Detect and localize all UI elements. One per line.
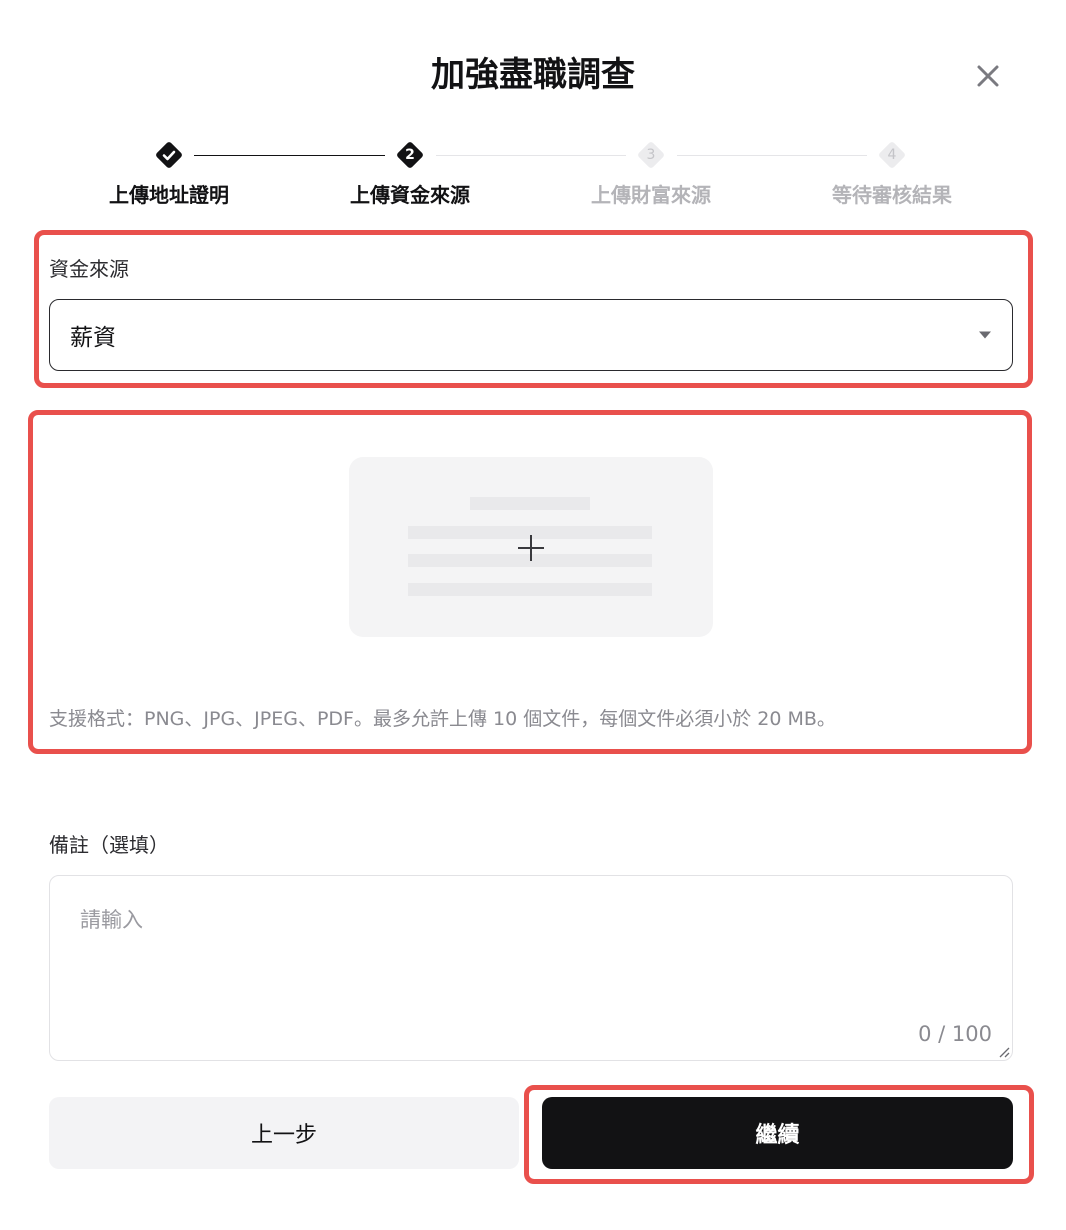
caret-down-icon (979, 331, 991, 339)
placeholder-line (470, 497, 590, 510)
fund-source-select[interactable]: 薪資 (49, 299, 1013, 371)
file-upload-dropzone[interactable] (349, 457, 713, 637)
close-icon[interactable] (976, 64, 1000, 88)
step-2: 2 上傳資金來源 (310, 140, 510, 208)
step-number-badge: 4 (877, 140, 907, 170)
progress-stepper: 上傳地址證明 2 上傳資金來源 3 上傳財富來源 4 等待審核結果 (0, 140, 1066, 220)
previous-step-button[interactable]: 上一步 (49, 1097, 519, 1169)
step-number-badge: 3 (636, 140, 666, 170)
resize-handle-icon[interactable] (996, 1044, 1010, 1058)
close-button[interactable] (970, 58, 1006, 94)
char-counter: 0 / 100 (918, 1022, 992, 1046)
remark-placeholder: 請輸入 (80, 908, 143, 932)
step-4: 4 等待審核結果 (792, 140, 992, 208)
step-label: 上傳地址證明 (109, 183, 229, 207)
check-icon (154, 140, 184, 170)
continue-button[interactable]: 繼續 (542, 1097, 1013, 1169)
step-label: 等待審核結果 (832, 183, 952, 207)
step-label: 上傳財富來源 (591, 183, 711, 207)
step-3: 3 上傳財富來源 (551, 140, 751, 208)
remark-textarea[interactable]: 請輸入 0 / 100 (49, 875, 1013, 1061)
remark-label: 備註（選填） (49, 833, 169, 857)
dialog-title: 加強盡職調查 (431, 55, 635, 95)
plus-icon[interactable] (516, 533, 546, 563)
step-number-badge: 2 (395, 140, 425, 170)
step-label: 上傳資金來源 (350, 183, 470, 207)
fund-source-label: 資金來源 (49, 257, 129, 281)
upload-hint: 支援格式：PNG、JPG、JPEG、PDF。最多允許上傳 10 個文件，每個文件… (49, 708, 836, 730)
fund-source-value: 薪資 (70, 325, 116, 351)
step-1: 上傳地址證明 (69, 140, 269, 208)
placeholder-line (408, 583, 652, 596)
